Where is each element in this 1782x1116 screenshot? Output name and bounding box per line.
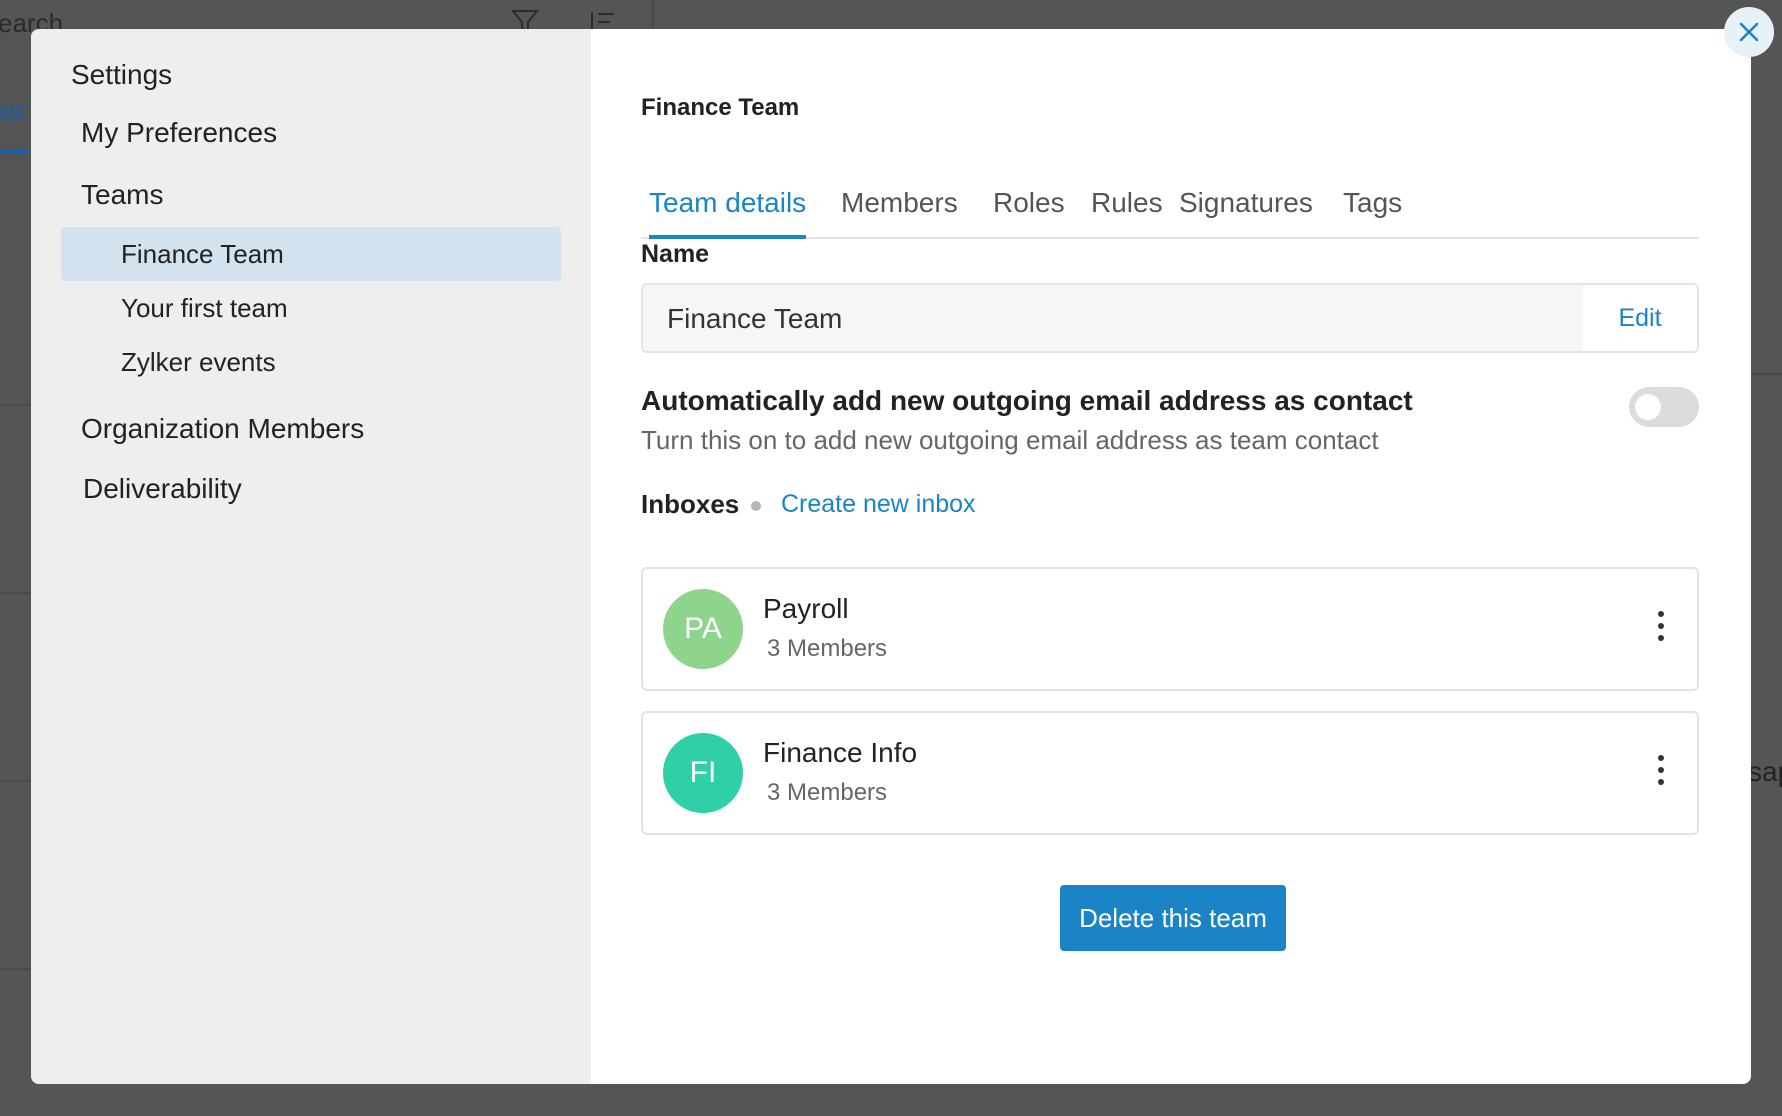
inbox-member-count: 3 Members (767, 779, 888, 806)
team-details-panel: Finance Team Team details Members Roles … (591, 29, 1751, 1084)
toggle-knob (1635, 394, 1661, 420)
edit-name-button[interactable]: Edit (1583, 285, 1697, 351)
inbox-card[interactable]: FI Finance Info 3 Members (641, 711, 1699, 835)
sidebar-item-organization-members[interactable]: Organization Members (81, 413, 364, 445)
close-button[interactable] (1724, 7, 1774, 57)
settings-sidebar: Settings My Preferences Teams Finance Te… (31, 29, 591, 1084)
tab-team-details[interactable]: Team details (649, 187, 807, 239)
inbox-name: Finance Info (763, 737, 918, 768)
more-vertical-icon[interactable] (1655, 611, 1667, 647)
sidebar-item-my-preferences[interactable]: My Preferences (81, 117, 277, 149)
background-text-fragment: sap (1748, 756, 1782, 787)
inbox-member-count: 3 Members (767, 635, 888, 662)
close-icon (1739, 22, 1759, 42)
inboxes-label: Inboxes (641, 489, 740, 519)
tab-rules[interactable]: Rules (1091, 187, 1163, 235)
create-inbox-link[interactable]: Create new inbox (781, 490, 976, 519)
inbox-name: Payroll (763, 593, 849, 624)
sidebar-subitem-zylker-events[interactable]: Zylker events (61, 335, 561, 389)
sidebar-subitem-finance-team[interactable]: Finance Team (61, 227, 561, 281)
delete-team-button[interactable]: Delete this team (1060, 885, 1286, 951)
auto-contact-title: Automatically add new outgoing email add… (641, 385, 1413, 416)
avatar: FI (663, 733, 743, 813)
tab-signatures[interactable]: Signatures (1179, 187, 1313, 235)
auto-contact-toggle[interactable] (1629, 387, 1699, 427)
background-divider (0, 404, 30, 406)
background-tab: as: (0, 95, 32, 126)
tab-roles[interactable]: Roles (993, 187, 1065, 235)
more-vertical-icon[interactable] (1655, 755, 1667, 791)
separator-dot (751, 501, 761, 511)
background-divider (652, 0, 654, 28)
avatar: PA (663, 589, 743, 669)
sidebar-item-teams[interactable]: Teams (81, 179, 163, 211)
background-divider (1752, 373, 1782, 375)
team-name-field: Finance Team Edit (641, 283, 1699, 353)
sidebar-subitem-your-first-team[interactable]: Your first team (61, 281, 561, 335)
team-name-value: Finance Team (667, 303, 843, 334)
background-divider (0, 968, 30, 970)
settings-modal: Settings My Preferences Teams Finance Te… (31, 29, 1751, 1084)
sidebar-title: Settings (71, 59, 173, 90)
tab-members[interactable]: Members (841, 187, 958, 235)
background-divider (0, 592, 30, 594)
tab-bar: Team details Members Roles Rules Signatu… (641, 159, 1699, 239)
background-tab-underline (0, 150, 30, 154)
tab-tags[interactable]: Tags (1343, 187, 1402, 235)
background-divider (0, 780, 30, 782)
name-label: Name (641, 240, 710, 268)
inbox-card[interactable]: PA Payroll 3 Members (641, 567, 1699, 691)
auto-contact-description: Turn this on to add new outgoing email a… (641, 425, 1379, 455)
page-title: Finance Team (641, 94, 800, 121)
sidebar-item-deliverability[interactable]: Deliverability (83, 473, 242, 505)
